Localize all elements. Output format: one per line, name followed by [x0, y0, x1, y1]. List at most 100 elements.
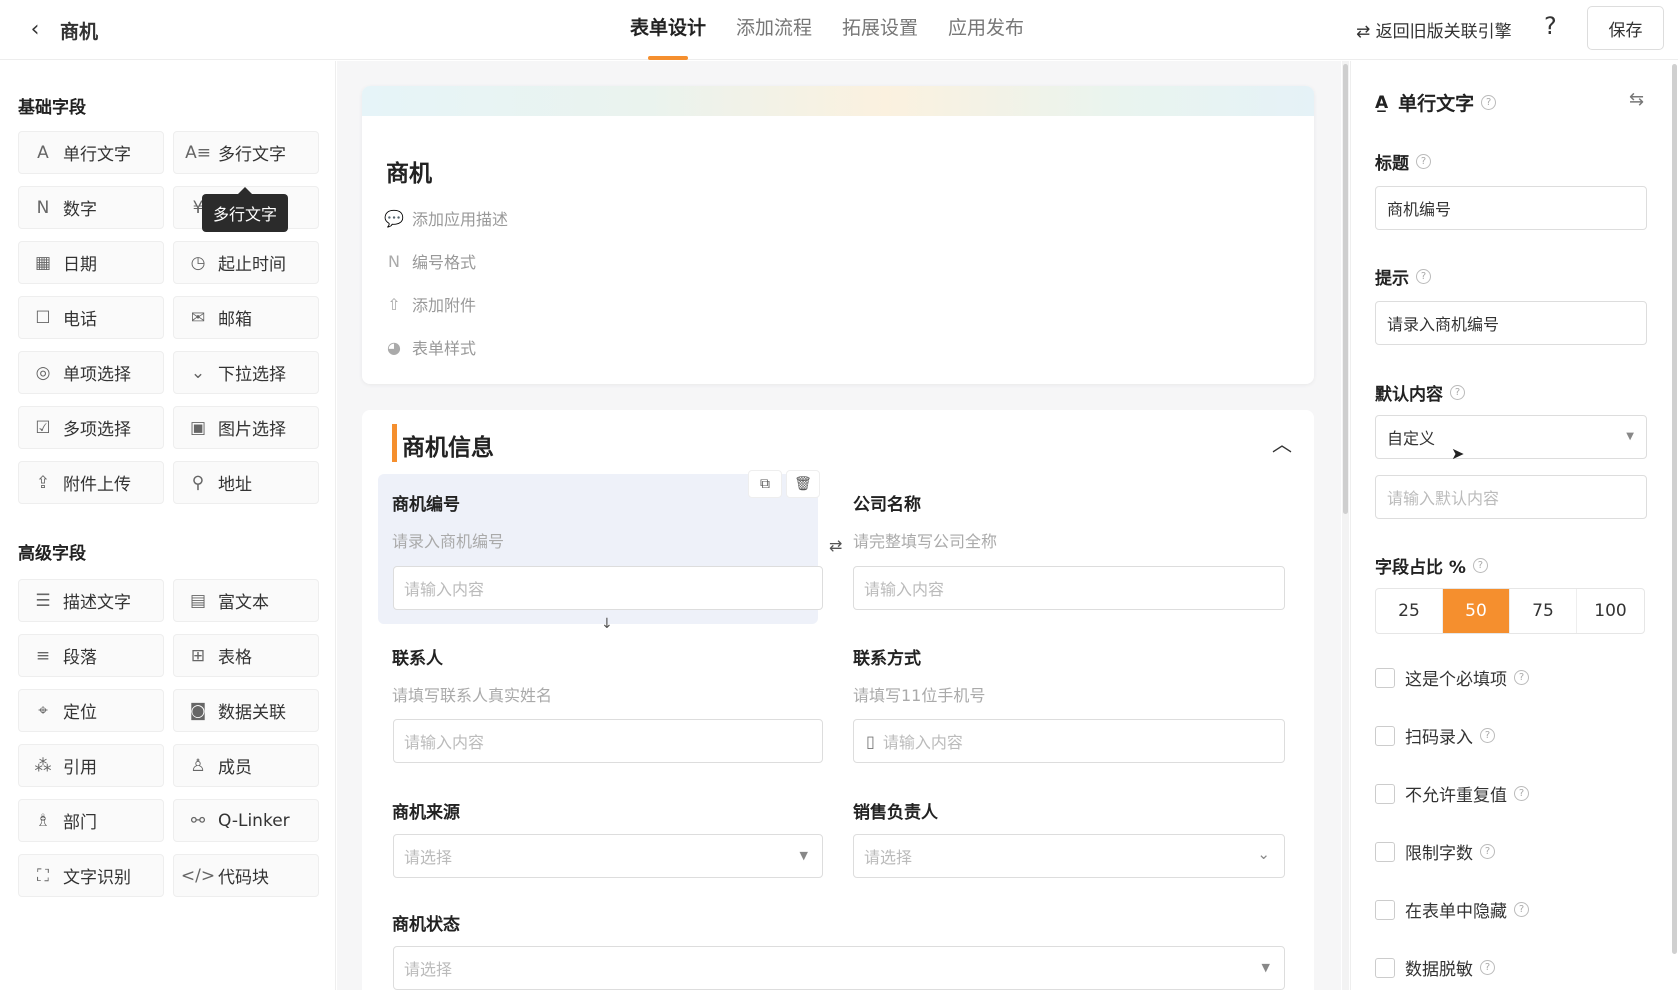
field-type-button[interactable]: ⁂ 引用 — [18, 744, 164, 787]
field-type-button[interactable]: ♙ 成员 — [173, 744, 319, 787]
field-type-button[interactable]: ☐ 电话 — [18, 296, 164, 339]
default-value-input[interactable]: 请输入默认内容 — [1375, 475, 1647, 519]
field-type-button[interactable]: ⌄ 下拉选择 — [173, 351, 319, 394]
field-type-button[interactable]: ⊞ 表格 — [173, 634, 319, 677]
back-arrow-icon[interactable]: ‹ — [22, 16, 48, 42]
ratio-50[interactable]: 50 — [1443, 589, 1510, 633]
field-type-button[interactable]: N 数字 — [18, 186, 164, 229]
form-style-link[interactable]: ◕ 表单样式 — [386, 335, 476, 359]
field-input[interactable]: 请输入内容 — [393, 719, 823, 763]
field-type-button[interactable]: ≡ 段落 — [18, 634, 164, 677]
meta-label: 添加应用描述 — [412, 210, 509, 229]
question-icon[interactable]: ? — [1450, 385, 1465, 400]
field-type-button[interactable]: ◙ 数据关联 — [173, 689, 319, 732]
field-type-button[interactable]: ☑ 多项选择 — [18, 406, 164, 449]
form-title[interactable]: 商机 — [386, 154, 432, 188]
question-icon[interactable]: ? — [1416, 154, 1431, 169]
hint-label: 提示? — [1375, 264, 1431, 289]
phone-input[interactable]: ▯ 请输入内容 — [853, 719, 1285, 763]
field-type-button[interactable]: A≡ 多行文字 — [173, 131, 319, 174]
tab-add-flow[interactable]: 添加流程 — [736, 0, 812, 60]
field-type-button[interactable]: ⚯ Q-Linker — [173, 799, 319, 842]
section-title[interactable]: 商机信息 — [402, 428, 494, 462]
select-input[interactable]: 请选择 ▼ — [393, 946, 1285, 990]
question-icon[interactable]: ? — [1472, 558, 1488, 573]
add-attachment-link[interactable]: ⇧ 添加附件 — [386, 292, 476, 316]
caret-down-icon: ▼ — [1626, 431, 1634, 442]
field-type-button[interactable]: ▦ 日期 — [18, 241, 164, 284]
field-type-button[interactable]: ▤ 富文本 — [173, 579, 319, 622]
question-icon[interactable]: ? — [1481, 95, 1497, 110]
field-type-button[interactable]: ◷ 起止时间 — [173, 241, 319, 284]
field-type-button[interactable]: ▣ 图片选择 — [173, 406, 319, 449]
question-icon[interactable]: ? — [1514, 902, 1529, 917]
field-type-button[interactable]: </> 代码块 — [173, 854, 319, 897]
tab-publish[interactable]: 应用发布 — [948, 0, 1024, 60]
field-type-button[interactable]: ☰ 描述文字 — [18, 579, 164, 622]
copy-icon[interactable]: ⧉ — [748, 470, 782, 498]
field-input[interactable]: 请输入内容 — [393, 566, 823, 610]
help-icon[interactable]: ? — [1544, 12, 1557, 40]
field-type-icon: ▣ — [189, 417, 207, 438]
default-type-select[interactable]: 自定义 ▼ — [1375, 415, 1647, 459]
back-to-old-engine-link[interactable]: ⇄ 返回旧版关联引擎 — [1356, 17, 1512, 42]
collapse-icon[interactable]: ︿ — [1272, 428, 1292, 457]
field-type-label: 引用 — [63, 758, 97, 778]
meta-label: 添加附件 — [412, 296, 477, 315]
question-icon[interactable]: ? — [1514, 786, 1529, 801]
field-type-button[interactable]: ⇪ 附件上传 — [18, 461, 164, 504]
field-type-icon: ◷ — [190, 252, 206, 273]
no-duplicate-checkbox[interactable]: 不允许重复值? — [1375, 781, 1529, 806]
delete-icon[interactable]: 🗑 — [786, 470, 820, 498]
top-bar: ‹ 商机 表单设计 添加流程 拓展设置 应用发布 ⇄ 返回旧版关联引擎 ? 保存 — [0, 0, 1678, 60]
question-icon[interactable]: ? — [1480, 844, 1495, 859]
checkbox[interactable] — [1375, 667, 1395, 688]
tab-form-design[interactable]: 表单设计 — [630, 0, 706, 60]
add-description-link[interactable]: 💬 添加应用描述 — [384, 206, 509, 230]
panel-scrollbar[interactable] — [1672, 64, 1677, 954]
field-type-icon: ☐ — [35, 307, 51, 328]
main-tabs: 表单设计 添加流程 拓展设置 应用发布 — [630, 0, 1054, 60]
select-input[interactable]: 请选择 ⌄ — [853, 834, 1285, 878]
chevron-down-icon: ⌄ — [1257, 845, 1270, 863]
data-masking-checkbox[interactable]: 数据脱敏? — [1375, 955, 1495, 980]
select-input[interactable]: 请选择 ▼ — [393, 834, 823, 878]
field-tooltip: 多行文字 — [202, 187, 288, 232]
checkbox[interactable] — [1375, 783, 1395, 804]
save-button[interactable]: 保存 — [1587, 6, 1664, 50]
ratio-100[interactable]: 100 — [1577, 589, 1644, 633]
canvas-scroll-thumb[interactable] — [1343, 64, 1348, 514]
field-type-icon: ☑ — [35, 417, 51, 438]
hint-input[interactable]: 请录入商机编号 — [1375, 301, 1647, 345]
ratio-25[interactable]: 25 — [1376, 589, 1443, 633]
field-type-button[interactable]: ♗ 部门 — [18, 799, 164, 842]
checkbox[interactable] — [1375, 841, 1395, 862]
field-type-button[interactable]: A 单行文字 — [18, 131, 164, 174]
question-icon[interactable]: ? — [1416, 269, 1431, 284]
number-format-link[interactable]: N 编号格式 — [386, 249, 476, 273]
swap-width-icon[interactable]: ⇄ — [829, 536, 842, 555]
tab-extend-settings[interactable]: 拓展设置 — [842, 0, 918, 60]
question-icon[interactable]: ? — [1480, 960, 1495, 975]
scan-input-checkbox[interactable]: 扫码录入? — [1375, 723, 1495, 748]
required-checkbox[interactable]: 这是个必填项? — [1375, 665, 1529, 690]
switch-type-icon[interactable]: ⇆ — [1629, 89, 1644, 110]
ratio-75[interactable]: 75 — [1510, 589, 1577, 633]
title-input[interactable]: 商机编号 — [1375, 186, 1647, 230]
question-icon[interactable]: ? — [1480, 728, 1495, 743]
move-down-icon[interactable]: ↓ — [601, 616, 613, 632]
field-type-label: 定位 — [63, 703, 97, 723]
field-type-button[interactable]: ⌖ 定位 — [18, 689, 164, 732]
field-input[interactable]: 请输入内容 — [853, 566, 1285, 610]
checkbox[interactable] — [1375, 957, 1395, 978]
field-type-button[interactable]: ✉ 邮箱 — [173, 296, 319, 339]
hide-in-form-checkbox[interactable]: 在表单中隐藏? — [1375, 897, 1529, 922]
limit-length-checkbox[interactable]: 限制字数? — [1375, 839, 1495, 864]
field-type-label: 部门 — [63, 813, 97, 833]
field-type-button[interactable]: ◎ 单项选择 — [18, 351, 164, 394]
checkbox[interactable] — [1375, 725, 1395, 746]
field-type-button[interactable]: ⛶ 文字识别 — [18, 854, 164, 897]
checkbox[interactable] — [1375, 899, 1395, 920]
question-icon[interactable]: ? — [1514, 670, 1529, 685]
field-type-button[interactable]: ⚲ 地址 — [173, 461, 319, 504]
